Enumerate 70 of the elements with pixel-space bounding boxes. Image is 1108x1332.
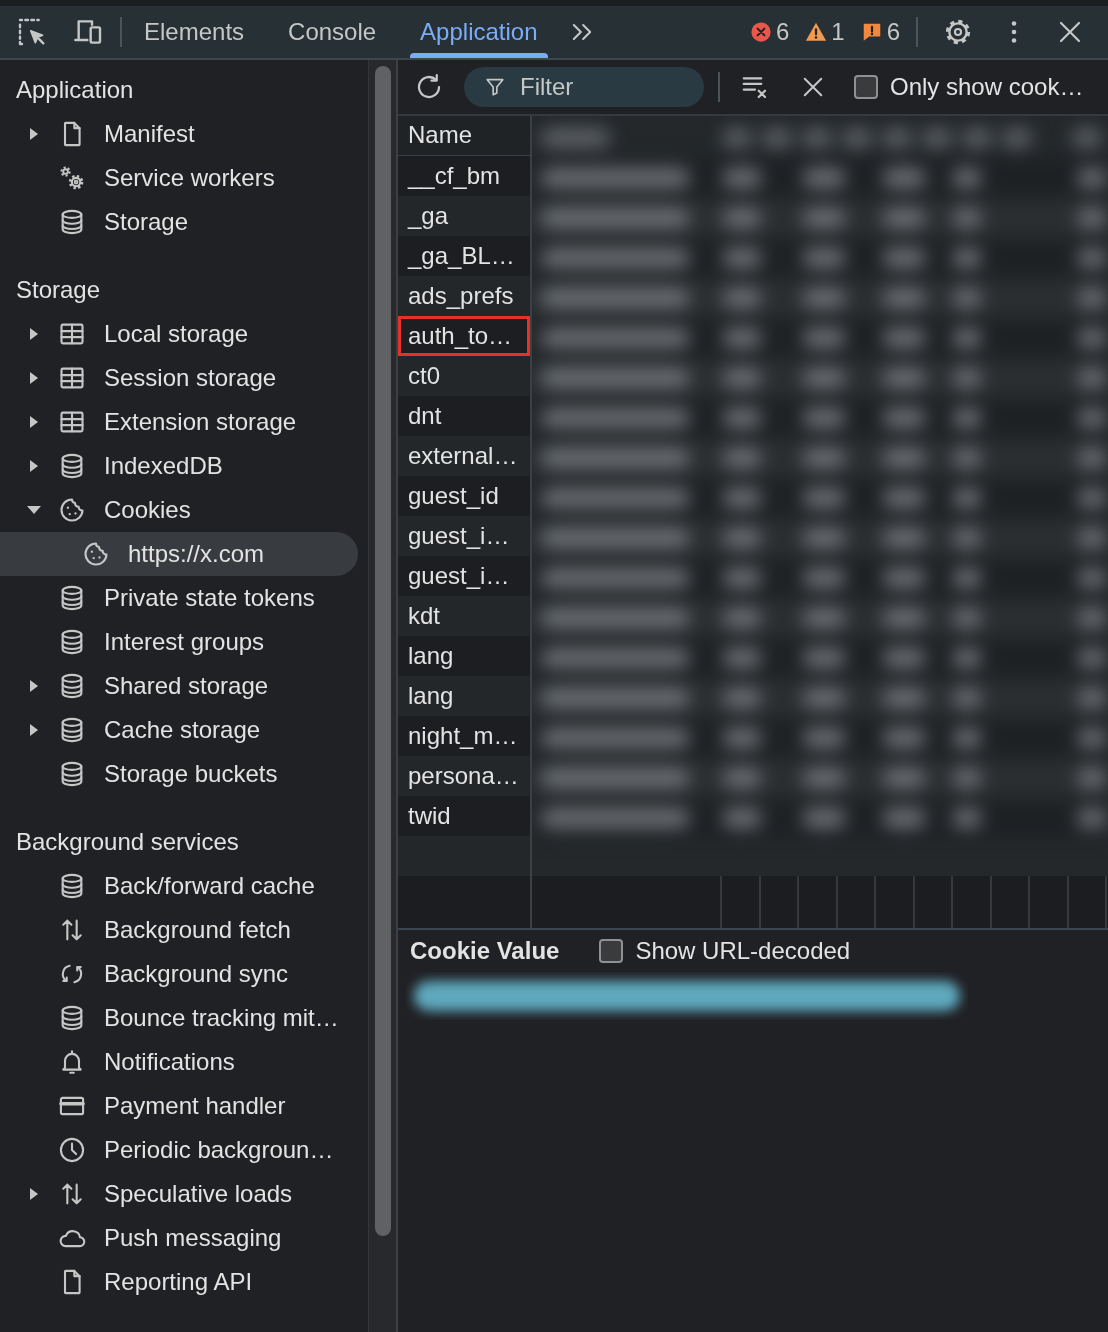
caret-right-icon[interactable] [30, 680, 38, 692]
tree-item[interactable]: Storage [0, 200, 358, 244]
caret-right-icon[interactable] [30, 128, 38, 140]
panel-tab[interactable]: Application [398, 6, 560, 58]
kebab-menu-icon[interactable] [1010, 20, 1018, 44]
panel-tab[interactable]: Elements [122, 6, 267, 58]
caret-right-icon[interactable] [30, 372, 38, 384]
section-heading: Application [15, 74, 135, 105]
table-cell: lang [398, 676, 530, 716]
tree-item[interactable]: Back/forward cache [0, 864, 358, 908]
cookie-icon [58, 496, 86, 524]
scrollbar-thumb[interactable] [375, 66, 391, 1236]
tree-item[interactable]: Background sync [0, 952, 358, 996]
warning-count-button[interactable]: 1 [805, 17, 845, 47]
table-cell: guest_i… [398, 516, 530, 556]
clock-icon [58, 1136, 86, 1164]
section-heading: Background services [15, 826, 240, 857]
table-cell: persona… [398, 756, 530, 796]
caret-right-icon[interactable] [30, 724, 38, 736]
tree-item[interactable]: Push messaging [0, 1216, 358, 1260]
error-icon [749, 21, 772, 43]
table-cell: auth_to… [398, 316, 530, 356]
tree-item[interactable]: Bounce tracking mit… [0, 996, 358, 1040]
tree-item[interactable]: Shared storage [0, 664, 358, 708]
tree-item[interactable]: Private state tokens [0, 576, 358, 620]
filter-field[interactable]: Filter [464, 67, 704, 107]
caret-right-icon[interactable] [30, 1188, 38, 1200]
tree-item[interactable]: Payment handler [0, 1084, 358, 1128]
checkbox[interactable] [599, 939, 624, 963]
warning-icon [805, 21, 828, 43]
issue-count-button[interactable]: 6 [860, 17, 900, 47]
section-heading: Storage [15, 274, 102, 305]
table-cell: _ga [398, 196, 530, 236]
error-count-button[interactable]: 6 [749, 17, 790, 47]
table-cell: kdt [398, 596, 530, 636]
column-header[interactable]: Name [398, 116, 530, 156]
tree-item[interactable]: Session storage [0, 356, 358, 400]
tree-item[interactable]: Background fetch [0, 908, 358, 952]
panel-tab[interactable]: Console [266, 6, 399, 58]
tree-item[interactable]: Manifest [0, 112, 358, 156]
caret-right-icon[interactable] [30, 460, 38, 472]
x-icon[interactable] [802, 76, 824, 98]
caret-right-icon[interactable] [30, 328, 38, 340]
tree-item[interactable]: Service workers [0, 156, 358, 200]
checkbox-label[interactable]: Show URL-decoded [635, 936, 851, 966]
tree-item[interactable]: Local storage [0, 312, 358, 356]
tree-item[interactable]: Extension storage [0, 400, 358, 444]
table-cell: external… [398, 436, 530, 476]
tree-item[interactable]: Periodic backgroun… [0, 1128, 358, 1172]
table-cell: ads_prefs [398, 276, 530, 316]
tree-item[interactable]: https://x.com [0, 532, 358, 576]
tree-item[interactable]: IndexedDB [0, 444, 358, 488]
inspect-icon[interactable] [16, 16, 48, 48]
tree-item[interactable]: Cache storage [0, 708, 358, 752]
tree-item[interactable]: Interest groups [0, 620, 358, 664]
tree-item[interactable]: Reporting API [0, 1260, 358, 1304]
cookie-icon [82, 540, 110, 568]
tree-item[interactable]: Cookies [0, 488, 358, 532]
panel-title: Cookie Value [410, 936, 560, 966]
table-cell: ct0 [398, 356, 530, 396]
caret-down-icon[interactable] [27, 506, 41, 514]
filter-icon [484, 76, 506, 98]
checkbox[interactable] [854, 75, 878, 99]
checkbox-label[interactable]: Only show cook… [890, 72, 1084, 102]
tree-item[interactable]: Speculative loads [0, 1172, 358, 1216]
close-icon[interactable] [1058, 20, 1082, 44]
tree-item[interactable]: Notifications [0, 1040, 358, 1084]
gears-icon [58, 164, 86, 192]
caret-right-icon[interactable] [30, 416, 38, 428]
tree-item[interactable]: Storage buckets [0, 752, 358, 796]
